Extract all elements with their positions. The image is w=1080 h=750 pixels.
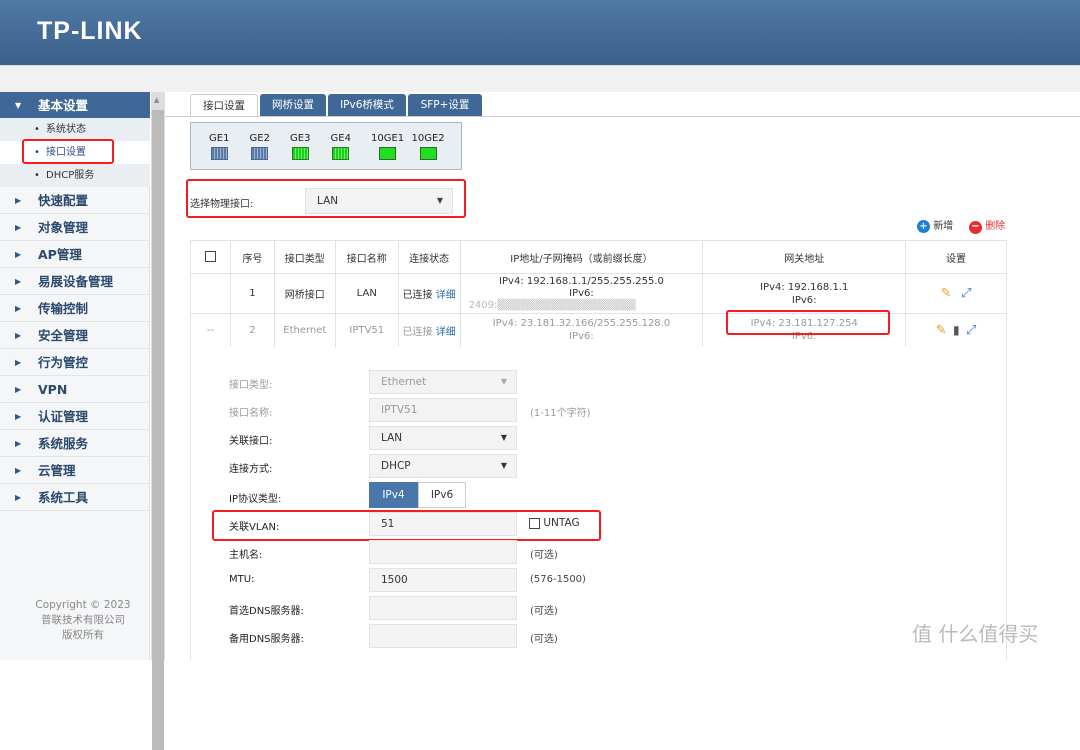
caret-down-icon: ▼	[15, 101, 22, 110]
port-10ge1: 10GE1	[371, 133, 404, 160]
select-all-checkbox[interactable]	[190, 240, 231, 274]
col-ip: IP地址/子网掩码（或前缀长度）	[459, 240, 704, 274]
sidebar-item[interactable]: ▶ 系统工具	[0, 484, 150, 511]
ethernet-port-icon	[332, 147, 350, 160]
caret-right-icon: ▶	[15, 223, 22, 232]
caret-right-icon: ▶	[15, 385, 22, 394]
sidebar-item[interactable]: ▶ 行为管控	[0, 349, 150, 376]
connection-mode-select[interactable]: DHCP ▼	[369, 454, 517, 478]
sidebar-item[interactable]: ▶ 快速配置	[0, 187, 150, 214]
port-10ge2: 10GE2	[412, 133, 445, 160]
sfp-port-icon	[379, 147, 397, 160]
port-ge2: GE2	[250, 133, 270, 160]
minus-circle-icon: −	[969, 221, 982, 234]
header	[0, 0, 1080, 65]
link-icon[interactable]: ⤢	[961, 286, 971, 301]
sidebar-sub-system-status[interactable]: 系统状态	[0, 118, 150, 141]
sfp-port-icon	[419, 147, 437, 160]
highlight-box	[186, 179, 466, 218]
detail-link[interactable]: 详细	[436, 327, 456, 338]
tp-link-logo: TP-LINK	[37, 17, 143, 45]
ethernet-port-icon	[251, 147, 269, 160]
mtu-input[interactable]: 1500	[369, 568, 517, 592]
tab-sfp-settings[interactable]: SFP+设置	[408, 94, 482, 116]
caret-right-icon: ▶	[15, 493, 22, 502]
sidebar-item[interactable]: ▶ AP管理	[0, 241, 150, 268]
bind-interface-select[interactable]: LAN ▼	[369, 426, 517, 450]
ethernet-port-icon	[210, 147, 228, 160]
caret-right-icon: ▶	[15, 196, 22, 205]
caret-right-icon: ▶	[15, 439, 22, 448]
tab-interface-settings[interactable]: 接口设置	[190, 94, 258, 116]
sidebar-item[interactable]: ▶ VPN	[0, 376, 150, 403]
table-row: 1 网桥接口 LAN 已连接 详细 IPv4: 192.168.1.1/255.…	[190, 273, 1007, 314]
highlight-box	[212, 510, 601, 541]
edit-icon[interactable]: ✎	[941, 286, 952, 301]
caret-right-icon: ▶	[15, 250, 22, 259]
caret-right-icon: ▶	[15, 331, 22, 340]
col-settings: 设置	[905, 240, 1007, 274]
sidebar-item[interactable]: ▶ 易展设备管理	[0, 268, 150, 295]
ethernet-port-icon	[291, 147, 309, 160]
sidebar-item-basic-settings[interactable]: ▼ 基本设置	[0, 92, 150, 119]
tab-ipv6-bridge[interactable]: IPv6桥模式	[328, 94, 406, 116]
scroll-up-icon[interactable]: ▲	[154, 96, 159, 104]
sidebar-item[interactable]: ▶ 传输控制	[0, 295, 150, 322]
port-ge3: GE3	[290, 133, 310, 160]
dropdown-arrow-icon: ▼	[500, 377, 507, 386]
dropdown-arrow-icon: ▼	[500, 461, 507, 470]
col-type: 接口类型	[273, 240, 336, 274]
port-ge4: GE4	[331, 133, 351, 160]
link-icon[interactable]: ⤢	[966, 323, 976, 338]
caret-right-icon: ▶	[15, 304, 22, 313]
ipv4-toggle[interactable]: IPv4	[369, 482, 418, 508]
caret-right-icon: ▶	[15, 358, 22, 367]
watermark: 值 什么值得买	[912, 622, 1039, 646]
port-panel: GE1 GE2 GE3 GE4 10GE1 10GE2	[190, 122, 462, 170]
scrollbar-thumb[interactable]	[152, 110, 164, 750]
highlight-box	[726, 310, 890, 335]
caret-right-icon: ▶	[15, 466, 22, 475]
plus-circle-icon: +	[917, 220, 930, 233]
edit-panel	[190, 346, 1007, 660]
dropdown-arrow-icon: ▼	[500, 433, 507, 442]
tab-divider	[165, 116, 1080, 117]
sidebar-sub-dhcp[interactable]: DHCP服务	[0, 164, 150, 187]
port-ge1: GE1	[209, 133, 229, 160]
sidebar: ▼基本设置 系统状态 接口设置 DHCP服务 ▶快速配置▶对象管理▶AP管理▶易…	[0, 92, 150, 660]
highlight-box	[22, 139, 114, 164]
col-status: 连接状态	[397, 240, 461, 274]
caret-right-icon: ▶	[15, 412, 22, 421]
col-no: 序号	[229, 240, 275, 274]
detail-link[interactable]: 详细	[436, 290, 456, 301]
tab-bridge-settings[interactable]: 网桥设置	[260, 94, 326, 116]
sidebar-item[interactable]: ▶ 安全管理	[0, 322, 150, 349]
sidebar-item[interactable]: ▶ 云管理	[0, 457, 150, 484]
copyright: Copyright © 2023 普联技术有限公司 版权所有	[35, 599, 131, 641]
toolbar-strip	[0, 65, 1080, 92]
delete-button[interactable]: − 删除	[969, 217, 1005, 234]
secondary-dns-input[interactable]	[369, 624, 517, 648]
sidebar-item[interactable]: ▶ 系统服务	[0, 430, 150, 457]
scrollbar[interactable]: ▲	[151, 92, 165, 750]
sidebar-item[interactable]: ▶ 对象管理	[0, 214, 150, 241]
sidebar-item[interactable]: ▶ 认证管理	[0, 403, 150, 430]
edit-icon[interactable]: ✎	[936, 323, 947, 338]
caret-right-icon: ▶	[15, 277, 22, 286]
interface-type-select: Ethernet ▼	[369, 370, 517, 394]
primary-dns-input[interactable]	[369, 596, 517, 620]
col-name: 接口名称	[334, 240, 399, 274]
trash-icon[interactable]: ▮	[953, 323, 960, 337]
interface-name-input: IPTV51	[369, 398, 517, 422]
col-gateway: 网关地址	[702, 240, 907, 274]
ipv6-toggle[interactable]: IPv6	[418, 482, 466, 508]
hostname-input[interactable]	[369, 540, 517, 564]
add-button[interactable]: + 新增	[917, 217, 953, 233]
